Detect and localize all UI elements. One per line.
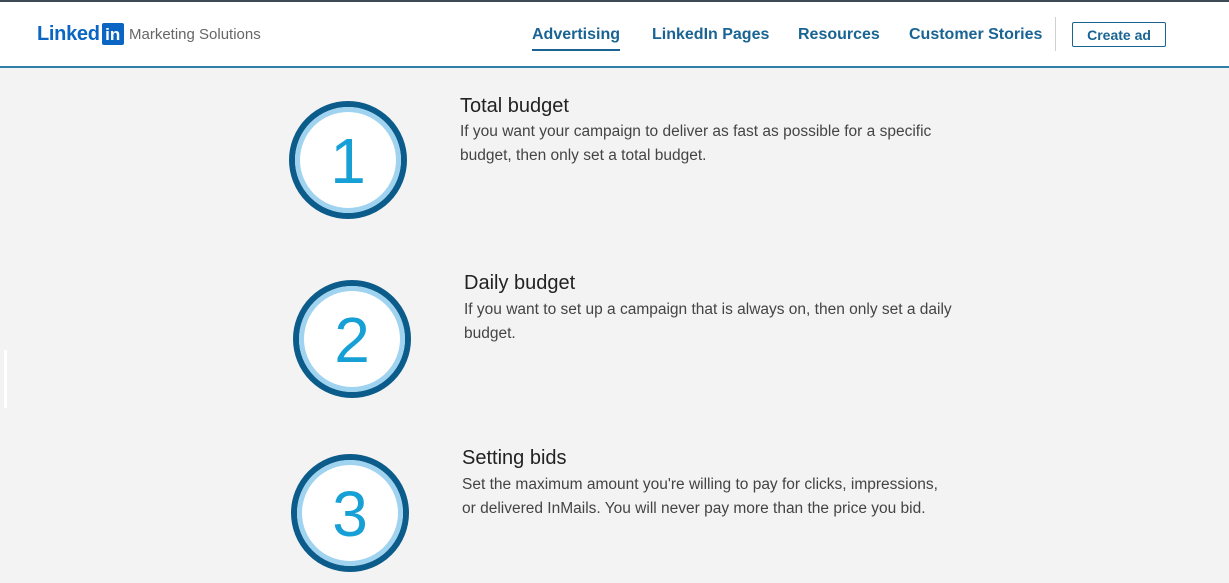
step-2-title: Daily budget bbox=[464, 272, 576, 294]
step-3-description: Set the maximum amount you're willing to… bbox=[462, 476, 938, 517]
logo-in-badge: in bbox=[101, 23, 124, 45]
step-1-number: 1 bbox=[330, 125, 366, 197]
step-3-number: 3 bbox=[332, 478, 368, 550]
step-1-number-badge: 1 bbox=[287, 99, 409, 221]
nav-linkedin-pages[interactable]: LinkedIn Pages bbox=[652, 26, 769, 44]
nav-customer-stories[interactable]: Customer Stories bbox=[909, 26, 1042, 44]
create-ad-button[interactable]: Create ad bbox=[1072, 22, 1166, 47]
nav-advertising[interactable]: Advertising bbox=[532, 26, 621, 51]
step-3-title: Setting bids bbox=[462, 447, 567, 469]
step-2-number: 2 bbox=[334, 304, 370, 376]
scroll-indicator[interactable] bbox=[4, 350, 7, 408]
site-header: Linked in Marketing Solutions Advertisin… bbox=[0, 2, 1229, 68]
marketing-solutions-label: Marketing Solutions bbox=[129, 26, 261, 43]
step-2-description: If you want to set up a campaign that is… bbox=[464, 301, 952, 342]
step-1-description: If you want your campaign to deliver as … bbox=[460, 123, 932, 164]
step-1-title: Total budget bbox=[460, 95, 569, 117]
step-3-number-badge: 3 bbox=[289, 452, 411, 574]
step-2-number-badge: 2 bbox=[291, 278, 413, 400]
linkedin-logo[interactable]: Linked in bbox=[37, 22, 124, 46]
nav-resources[interactable]: Resources bbox=[798, 26, 880, 44]
nav-divider bbox=[1055, 17, 1056, 51]
logo-wordmark: Linked bbox=[37, 22, 100, 45]
